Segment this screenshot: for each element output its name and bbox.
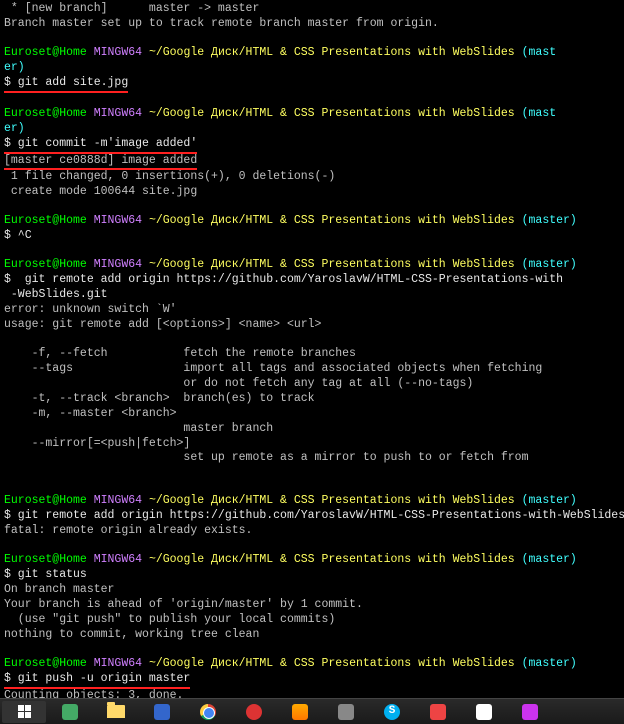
terminal-line: -m, --master <branch>: [4, 407, 620, 422]
terminal-line: [4, 480, 620, 494]
terminal-line: nothing to commit, working tree clean: [4, 628, 620, 643]
taskbar-app-3[interactable]: [232, 701, 276, 723]
chrome-icon: [200, 704, 216, 720]
terminal-line: --mirror[=<push|fetch>]: [4, 437, 620, 452]
app-icon: [476, 704, 492, 720]
terminal-line: (use "git push" to publish your local co…: [4, 613, 620, 628]
terminal-line: Euroset@Home MINGW64 ~/Google Диск/HTML …: [4, 258, 620, 273]
terminal-line: or do not fetch any tag at all (--no-tag…: [4, 377, 620, 392]
terminal-line: Euroset@Home MINGW64 ~/Google Диск/HTML …: [4, 46, 620, 61]
terminal-line: [4, 244, 620, 258]
taskbar: S: [0, 698, 624, 724]
taskbar-app-7[interactable]: [462, 701, 506, 723]
app-icon: [154, 704, 170, 720]
app-icon: [62, 704, 78, 720]
terminal-line: Branch master set up to track remote bra…: [4, 17, 620, 32]
terminal-line: [4, 93, 620, 107]
taskbar-app-1[interactable]: [48, 701, 92, 723]
terminal-line: Your branch is ahead of 'origin/master' …: [4, 598, 620, 613]
terminal-line: $ git remote add origin https://github.c…: [4, 509, 620, 524]
terminal-line: * [new branch] master -> master: [4, 2, 620, 17]
folder-icon: [107, 705, 125, 718]
terminal-line: [4, 32, 620, 46]
terminal-line: error: unknown switch `W': [4, 303, 620, 318]
terminal-line: -WebSlides.git: [4, 288, 620, 303]
terminal-line: [4, 466, 620, 480]
app-icon: [246, 704, 262, 720]
taskbar-app-2[interactable]: [140, 701, 184, 723]
terminal-line: Euroset@Home MINGW64 ~/Google Диск/HTML …: [4, 657, 620, 672]
terminal-line: create mode 100644 site.jpg: [4, 185, 620, 200]
terminal-line: Euroset@Home MINGW64 ~/Google Диск/HTML …: [4, 553, 620, 568]
terminal-output[interactable]: * [new branch] master -> masterBranch ma…: [0, 0, 624, 698]
terminal-line: -t, --track <branch> branch(es) to track: [4, 392, 620, 407]
taskbar-skype[interactable]: S: [370, 701, 414, 723]
app-icon: [430, 704, 446, 720]
terminal-line: [master ce0888d] image added: [4, 154, 620, 171]
app-icon: [522, 704, 538, 720]
terminal-line: Euroset@Home MINGW64 ~/Google Диск/HTML …: [4, 107, 620, 122]
windows-icon: [18, 705, 31, 718]
terminal-line: master branch: [4, 422, 620, 437]
taskbar-app-6[interactable]: [416, 701, 460, 723]
terminal-line: $ ^C: [4, 229, 620, 244]
terminal-line: On branch master: [4, 583, 620, 598]
terminal-line: $ git status: [4, 568, 620, 583]
terminal-line: $ git commit -m'image added': [4, 137, 620, 154]
terminal-line: [4, 333, 620, 347]
terminal-line: -f, --fetch fetch the remote branches: [4, 347, 620, 362]
terminal-line: Euroset@Home MINGW64 ~/Google Диск/HTML …: [4, 214, 620, 229]
terminal-line: Euroset@Home MINGW64 ~/Google Диск/HTML …: [4, 494, 620, 509]
terminal-line: [4, 643, 620, 657]
taskbar-app-8[interactable]: [508, 701, 552, 723]
taskbar-chrome[interactable]: [186, 701, 230, 723]
terminal-line: [4, 200, 620, 214]
taskbar-app-5[interactable]: [324, 701, 368, 723]
app-icon: [338, 704, 354, 720]
terminal-line: 1 file changed, 0 insertions(+), 0 delet…: [4, 170, 620, 185]
terminal-line: er): [4, 122, 620, 137]
terminal-line: Counting objects: 3, done.: [4, 689, 620, 698]
terminal-line: usage: git remote add [<options>] <name>…: [4, 318, 620, 333]
start-button[interactable]: [2, 701, 46, 723]
skype-icon: S: [384, 704, 400, 720]
terminal-line: er): [4, 61, 620, 76]
app-icon: [292, 704, 308, 720]
terminal-line: fatal: remote origin already exists.: [4, 524, 620, 539]
terminal-line: [4, 539, 620, 553]
terminal-line: $ git push -u origin master: [4, 672, 620, 689]
terminal-line: set up remote as a mirror to push to or …: [4, 451, 620, 466]
terminal-line: $ git add site.jpg: [4, 76, 620, 93]
taskbar-app-4[interactable]: [278, 701, 322, 723]
terminal-line: --tags import all tags and associated ob…: [4, 362, 620, 377]
taskbar-file-explorer[interactable]: [94, 701, 138, 723]
terminal-line: $ git remote add origin https://github.c…: [4, 273, 620, 288]
